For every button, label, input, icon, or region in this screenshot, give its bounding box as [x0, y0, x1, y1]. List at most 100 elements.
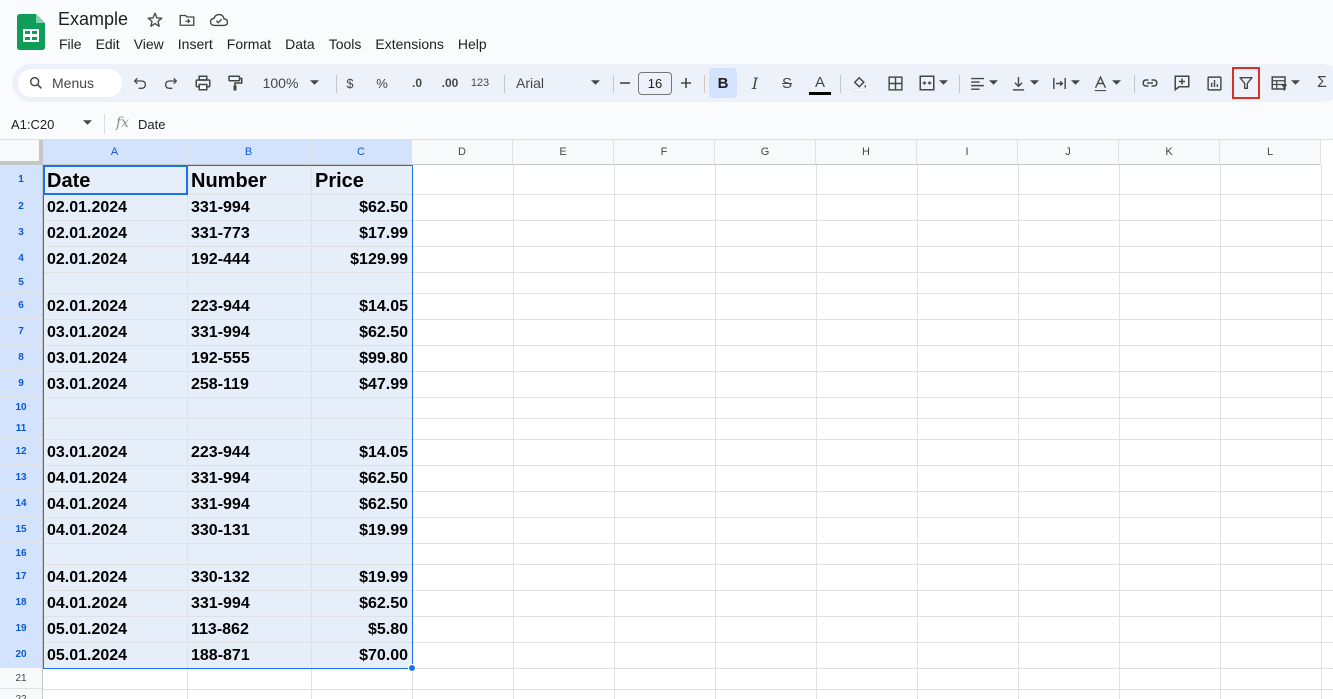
row-header-15[interactable]: 15 — [0, 517, 43, 543]
column-header-c[interactable]: C — [311, 140, 412, 165]
search-menus[interactable]: Menus — [18, 69, 122, 97]
row-header-1[interactable]: 1 — [0, 165, 43, 194]
decrease-font-size-button[interactable] — [616, 64, 634, 102]
redo-button[interactable] — [161, 64, 181, 102]
cloud-status-icon[interactable] — [208, 9, 230, 31]
column-header-l[interactable]: L — [1220, 140, 1321, 165]
bold-button[interactable]: B — [709, 68, 737, 98]
row-header-17[interactable]: 17 — [0, 564, 43, 590]
horizontal-align-button[interactable] — [965, 64, 1001, 102]
chart-icon — [1206, 75, 1222, 91]
row-header-13[interactable]: 13 — [0, 465, 43, 491]
row-header-8[interactable]: 8 — [0, 345, 43, 371]
row-header-19[interactable]: 19 — [0, 616, 43, 642]
undo-button[interactable] — [130, 64, 150, 102]
star-icon[interactable] — [144, 9, 166, 31]
bold-label: B — [717, 74, 729, 92]
sheets-logo[interactable] — [17, 14, 45, 50]
row-header-9[interactable]: 9 — [0, 371, 43, 397]
column-header-g[interactable]: G — [715, 140, 816, 165]
decrease-decimal-button[interactable]: .0 — [404, 64, 430, 102]
column-header-b[interactable]: B — [187, 140, 311, 165]
move-folder-icon[interactable] — [176, 9, 198, 31]
row-header-5[interactable]: 5 — [0, 272, 43, 293]
merge-icon — [919, 75, 935, 91]
font-size-input[interactable]: 16 — [638, 72, 672, 95]
insert-link-button[interactable] — [1139, 64, 1161, 102]
row-header-4[interactable]: 4 — [0, 246, 43, 272]
minus-icon — [620, 82, 630, 84]
menu-view[interactable]: View — [127, 35, 171, 53]
chevron-down-icon — [1291, 80, 1300, 85]
select-all-corner[interactable] — [0, 140, 43, 165]
text-rotation-button[interactable] — [1088, 64, 1124, 102]
spreadsheet-grid[interactable]: A B C D E F G H I J K L 1 Date Number Price 2 02.01.2024 3… — [0, 139, 1333, 699]
row-header-18[interactable]: 18 — [0, 590, 43, 616]
currency-format-button[interactable]: $ — [342, 64, 358, 102]
formula-input[interactable]: Date — [138, 117, 165, 132]
strikethrough-button[interactable]: S — [777, 64, 797, 102]
menu-extensions[interactable]: Extensions — [368, 35, 450, 53]
more-formats-button[interactable]: 123 — [468, 64, 492, 102]
menu-data[interactable]: Data — [278, 35, 322, 53]
fill-color-button[interactable] — [848, 64, 872, 102]
row-header-2[interactable]: 2 — [0, 194, 43, 220]
filter-highlight-box — [1232, 67, 1260, 99]
row-header-10[interactable]: 10 — [0, 397, 43, 418]
merge-cells-button[interactable] — [915, 64, 951, 102]
chevron-down-icon[interactable] — [83, 120, 92, 126]
print-button[interactable] — [192, 64, 214, 102]
row-header-7[interactable]: 7 — [0, 319, 43, 345]
chevron-down-icon — [988, 80, 998, 85]
italic-label: I — [751, 73, 759, 93]
align-left-icon — [970, 77, 984, 90]
column-header-f[interactable]: F — [614, 140, 715, 165]
row-header-12[interactable]: 12 — [0, 439, 43, 465]
menu-tools[interactable]: Tools — [322, 35, 369, 53]
fill-color-icon — [853, 76, 867, 92]
row-header-11[interactable]: 11 — [0, 418, 43, 439]
chevron-down-icon — [591, 80, 600, 85]
filter-views-button[interactable] — [1266, 64, 1304, 102]
column-header-h[interactable]: H — [816, 140, 917, 165]
name-box[interactable]: A1:C20 — [11, 117, 54, 132]
increase-font-size-button[interactable] — [677, 64, 695, 102]
fill-handle[interactable] — [408, 664, 416, 672]
insert-comment-button[interactable] — [1171, 64, 1193, 102]
row-header-14[interactable]: 14 — [0, 491, 43, 517]
row-header-20[interactable]: 20 — [0, 642, 43, 668]
text-color-button[interactable]: A — [807, 64, 833, 102]
percent-format-button[interactable]: % — [373, 64, 391, 102]
font-select[interactable]: Arial — [514, 64, 602, 102]
column-header-a[interactable]: A — [43, 140, 187, 165]
column-header-i[interactable]: I — [917, 140, 1018, 165]
menu-format[interactable]: Format — [220, 35, 278, 53]
chevron-down-icon — [1070, 80, 1080, 85]
menu-insert[interactable]: Insert — [171, 35, 220, 53]
column-header-e[interactable]: E — [513, 140, 614, 165]
menu-help[interactable]: Help — [451, 35, 494, 53]
active-cell-a1[interactable] — [43, 165, 188, 195]
text-wrapping-button[interactable] — [1047, 64, 1083, 102]
vertical-align-button[interactable] — [1006, 64, 1042, 102]
functions-button[interactable]: Σ — [1314, 64, 1330, 102]
paint-format-button[interactable] — [224, 64, 246, 102]
document-title[interactable]: Example — [58, 9, 128, 30]
column-header-k[interactable]: K — [1119, 140, 1220, 165]
menu-file[interactable]: File — [52, 35, 89, 53]
increase-decimal-button[interactable]: .00 — [437, 64, 463, 102]
column-header-d[interactable]: D — [412, 140, 513, 165]
row-header-3[interactable]: 3 — [0, 220, 43, 246]
zoom-select[interactable]: 100% — [256, 64, 326, 102]
row-header-22[interactable]: 22 — [0, 689, 43, 699]
menu-edit[interactable]: Edit — [89, 35, 127, 53]
column-header-j[interactable]: J — [1018, 140, 1119, 165]
borders-button[interactable] — [884, 64, 906, 102]
row-header-21[interactable]: 21 — [0, 668, 43, 689]
text-color-swatch — [809, 91, 831, 95]
row-header-16[interactable]: 16 — [0, 543, 43, 564]
row-header-6[interactable]: 6 — [0, 293, 43, 319]
undo-icon — [133, 77, 147, 89]
insert-chart-button[interactable] — [1203, 64, 1225, 102]
italic-button[interactable]: I — [745, 64, 765, 102]
